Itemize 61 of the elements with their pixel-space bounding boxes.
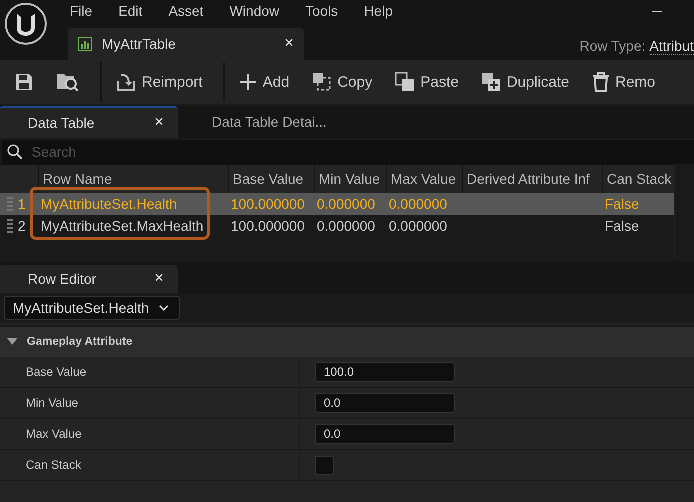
table-cell-text: 100.000000 bbox=[230, 218, 306, 234]
menu-item[interactable]: File bbox=[70, 3, 93, 19]
row-number: 2 bbox=[18, 218, 27, 234]
search-field[interactable]: Search bbox=[2, 140, 694, 164]
drag-handle-icon[interactable] bbox=[7, 219, 13, 233]
table-cell-text: False bbox=[604, 196, 640, 212]
add-button[interactable]: Add bbox=[230, 69, 298, 95]
import-tray-icon bbox=[116, 72, 136, 92]
menu-item[interactable]: Window bbox=[230, 3, 280, 19]
duplicate-icon bbox=[480, 72, 501, 92]
duplicate-button[interactable]: Duplicate bbox=[472, 68, 578, 96]
category-header[interactable]: Gameplay Attribute bbox=[0, 325, 694, 357]
menu-item[interactable]: Edit bbox=[118, 3, 143, 19]
minimize-icon[interactable] bbox=[652, 10, 662, 12]
panel-tab[interactable]: Row Editor × bbox=[0, 265, 178, 293]
table-cell-text: 0.000000 bbox=[316, 196, 376, 212]
close-tab-button[interactable]: × bbox=[154, 114, 164, 132]
property-label: Max Value bbox=[0, 419, 300, 449]
table-cell-text: 0.000000 bbox=[316, 218, 376, 234]
search-icon bbox=[7, 144, 23, 160]
triangle-icon bbox=[7, 338, 18, 346]
document-tab[interactable]: MyAttrTable × bbox=[68, 28, 304, 60]
row-type-value[interactable]: Attribut bbox=[650, 38, 694, 54]
number-field[interactable]: 100.0 bbox=[315, 362, 455, 382]
drag-handle-icon[interactable] bbox=[7, 197, 13, 211]
table-chart-icon bbox=[78, 37, 92, 51]
table-cell-text: 0.000000 bbox=[388, 196, 448, 212]
paste-button[interactable]: Paste bbox=[386, 68, 467, 96]
remove-button[interactable]: Remo bbox=[584, 68, 664, 96]
table-row[interactable]: 2 MyAttributeSet.MaxHealth 100.000000 0.000000 0.000000 False bbox=[0, 215, 674, 237]
row-number: 1 bbox=[18, 196, 27, 212]
plus-icon bbox=[238, 73, 257, 91]
copy-icon bbox=[312, 72, 332, 92]
menu-item[interactable]: Help bbox=[364, 3, 393, 19]
close-tab-button[interactable]: × bbox=[154, 270, 164, 288]
number-field[interactable]: 0.0 bbox=[315, 424, 455, 444]
reimport-button[interactable]: Reimport bbox=[108, 68, 211, 96]
trash-icon bbox=[592, 72, 610, 92]
table-cell-text: 0.000000 bbox=[388, 218, 448, 234]
property-label: Can Stack bbox=[0, 450, 300, 480]
number-field[interactable]: 0.0 bbox=[315, 393, 455, 413]
property-label: Min Value bbox=[0, 388, 300, 418]
copy-button[interactable]: Copy bbox=[304, 68, 381, 96]
row-type-label: Row Type: bbox=[580, 38, 646, 54]
menu-item[interactable]: Tools bbox=[306, 3, 338, 19]
table-row[interactable]: 1 MyAttributeSet.Health 100.000000 0.000000 0.000000 False bbox=[0, 193, 674, 215]
panel-tab[interactable]: Data Table Detai... bbox=[178, 106, 356, 138]
chevron-down-icon bbox=[159, 305, 170, 311]
table-cell-text: False bbox=[604, 218, 640, 234]
panel-tab[interactable]: Data Table × bbox=[0, 106, 178, 138]
folder-search-icon bbox=[56, 71, 80, 93]
menu-item[interactable]: Asset bbox=[168, 3, 204, 19]
table-cell-text: MyAttributeSet.MaxHealth bbox=[40, 218, 205, 234]
checkbox[interactable] bbox=[315, 456, 334, 474]
property-label: Base Value bbox=[0, 357, 300, 387]
close-tab-button[interactable]: × bbox=[284, 35, 294, 53]
row-dropdown[interactable]: MyAttributeSet.Health bbox=[4, 296, 180, 320]
table-cell-text: 100.000000 bbox=[230, 196, 306, 212]
paste-icon bbox=[394, 72, 415, 92]
document-title: MyAttrTable bbox=[102, 36, 177, 52]
table-cell-text: MyAttributeSet.Health bbox=[40, 196, 178, 212]
